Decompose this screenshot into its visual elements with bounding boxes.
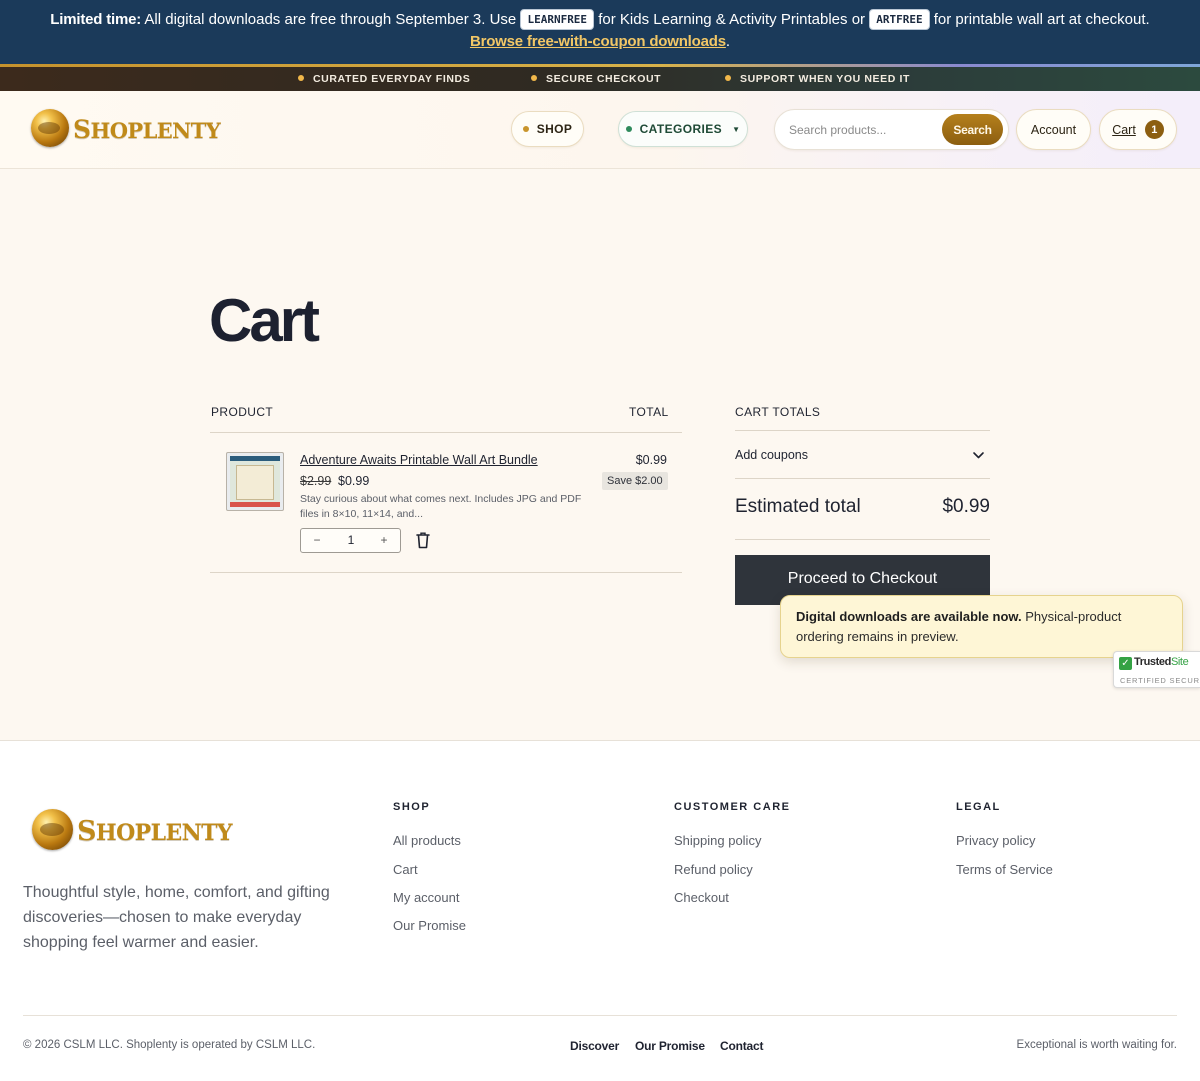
strip-item-secure: SECURE CHECKOUT bbox=[531, 73, 661, 85]
footer-link-checkout[interactable]: Checkout bbox=[674, 890, 729, 905]
bullet-icon bbox=[531, 75, 537, 81]
product-description: Stay curious about what comes next. Incl… bbox=[300, 493, 582, 520]
estimated-total-label: Estimated total bbox=[735, 496, 861, 517]
notice-bold: Digital downloads are available now. bbox=[796, 609, 1022, 624]
categories-dropdown[interactable]: CATEGORIES ▼ bbox=[618, 111, 748, 147]
site-header: SHOPLENTY SHOP CATEGORIES ▼ Search Accou… bbox=[0, 91, 1200, 169]
divider bbox=[735, 539, 990, 540]
cart-button[interactable]: Cart 1 bbox=[1099, 109, 1177, 150]
sale-price: $0.99 bbox=[338, 474, 370, 488]
divider bbox=[210, 432, 682, 433]
increase-quantity-button[interactable]: + bbox=[376, 533, 392, 547]
copyright: © 2026 CSLM LLC. Shoplenty is operated b… bbox=[23, 1039, 316, 1051]
logo-wordmark: SHOPLENTY bbox=[73, 115, 221, 144]
footer-tagline: Thoughtful style, home, comfort, and gif… bbox=[23, 884, 330, 951]
promo-text-1: All digital downloads are free through S… bbox=[144, 11, 517, 28]
strip-item-curated: CURATED EVERYDAY FINDS bbox=[298, 73, 470, 85]
footer-link-cart[interactable]: Cart bbox=[393, 862, 418, 877]
trust-strip: CURATED EVERYDAY FINDS SECURE CHECKOUT S… bbox=[0, 67, 1200, 91]
footer-link-terms-of-service[interactable]: Terms of Service bbox=[956, 862, 1053, 877]
promo-text-3: for printable wall art at checkout. bbox=[933, 11, 1150, 28]
column-header-total: TOTAL bbox=[629, 405, 669, 419]
shop-nav-button[interactable]: SHOP bbox=[511, 111, 584, 147]
product-name-link[interactable]: Adventure Awaits Printable Wall Art Bund… bbox=[300, 453, 538, 467]
search-button[interactable]: Search bbox=[942, 114, 1003, 145]
promo-banner: Limited time: All digital downloads are … bbox=[0, 0, 1200, 64]
quantity-input[interactable] bbox=[331, 533, 371, 547]
check-icon: ✓ bbox=[1119, 657, 1132, 670]
trustedsite-name: TrustedSite bbox=[1134, 656, 1189, 668]
coupon-code-learnfree: LEARNFREE bbox=[520, 9, 595, 30]
promo-lead: Limited time: bbox=[50, 11, 142, 28]
footer-bottom-link-our-promise[interactable]: Our Promise bbox=[635, 1039, 705, 1053]
chevron-down-icon[interactable] bbox=[972, 450, 985, 460]
account-button[interactable]: Account bbox=[1016, 109, 1091, 150]
dot-icon bbox=[625, 126, 632, 132]
cart-count-badge: 1 bbox=[1144, 120, 1164, 139]
line-total: $0.99 bbox=[635, 453, 667, 467]
site-footer: SHOPLENTY Thoughtful style, home, comfor… bbox=[0, 740, 1200, 1081]
trustedsite-badge[interactable]: ✓ TrustedSite CERTIFIED SECURE bbox=[1113, 651, 1200, 688]
column-header-product: PRODUCT bbox=[211, 405, 274, 419]
strip-item-support: SUPPORT WHEN YOU NEED IT bbox=[725, 73, 910, 85]
footer-link-shipping-policy[interactable]: Shipping policy bbox=[674, 833, 761, 848]
footer-bottom-link-discover[interactable]: Discover bbox=[570, 1039, 619, 1053]
footer-customer-care-title: CUSTOMER CARE bbox=[674, 801, 791, 813]
estimated-total-value: $0.99 bbox=[942, 496, 990, 517]
globe-icon bbox=[32, 809, 73, 850]
footer-link-privacy-policy[interactable]: Privacy policy bbox=[956, 833, 1035, 848]
browse-free-downloads-link[interactable]: Browse free-with-coupon downloads bbox=[470, 33, 726, 50]
trustedsite-sub: CERTIFIED SECURE bbox=[1120, 676, 1200, 685]
bullet-icon bbox=[725, 75, 731, 81]
savings-badge: Save $2.00 bbox=[602, 472, 668, 490]
coupon-code-artfree: ARTFREE bbox=[869, 9, 930, 30]
divider bbox=[735, 478, 990, 479]
footer-link-our-promise[interactable]: Our Promise bbox=[393, 918, 466, 933]
footer-bottom-link-contact[interactable]: Contact bbox=[720, 1039, 763, 1053]
dot-icon bbox=[522, 126, 529, 132]
search-bar: Search bbox=[774, 109, 1009, 150]
promo-text-2: for Kids Learning & Activity Printables … bbox=[598, 11, 866, 28]
footer-shop-title: SHOP bbox=[393, 801, 431, 813]
add-coupons-toggle[interactable]: Add coupons bbox=[735, 448, 808, 462]
divider bbox=[210, 572, 682, 573]
decrease-quantity-button[interactable]: − bbox=[309, 533, 325, 547]
page-title: Cart bbox=[209, 287, 320, 354]
footer-legal-title: LEGAL bbox=[956, 801, 1001, 813]
footer-divider bbox=[23, 1015, 1177, 1016]
footer-link-refund-policy[interactable]: Refund policy bbox=[674, 862, 753, 877]
account-label: Account bbox=[1030, 122, 1077, 137]
original-price: $2.99 bbox=[300, 474, 332, 488]
caret-down-icon: ▼ bbox=[732, 124, 741, 134]
shop-nav-label: SHOP bbox=[536, 122, 573, 136]
product-thumbnail[interactable] bbox=[226, 452, 284, 511]
digital-downloads-notice: Digital downloads are available now. Phy… bbox=[780, 595, 1183, 658]
categories-label: CATEGORIES bbox=[639, 122, 723, 136]
search-input[interactable] bbox=[789, 121, 939, 139]
divider bbox=[735, 430, 990, 431]
globe-icon bbox=[31, 109, 69, 147]
promo-line: Limited time: All digital downloads are … bbox=[0, 9, 1200, 31]
bullet-icon bbox=[298, 75, 304, 81]
cart-totals-title: CART TOTALS bbox=[735, 405, 821, 419]
footer-link-all-products[interactable]: All products bbox=[393, 833, 461, 848]
promo-link-line: Browse free-with-coupon downloads. bbox=[469, 33, 731, 50]
quantity-stepper: − + bbox=[300, 528, 401, 553]
footer-motto: Exceptional is worth waiting for. bbox=[1016, 1039, 1177, 1051]
footer-logo-wordmark: SHOPLENTY bbox=[77, 816, 233, 847]
footer-link-my-account[interactable]: My account bbox=[393, 890, 459, 905]
cart-label: Cart bbox=[1112, 122, 1136, 137]
trash-icon[interactable] bbox=[415, 531, 431, 549]
